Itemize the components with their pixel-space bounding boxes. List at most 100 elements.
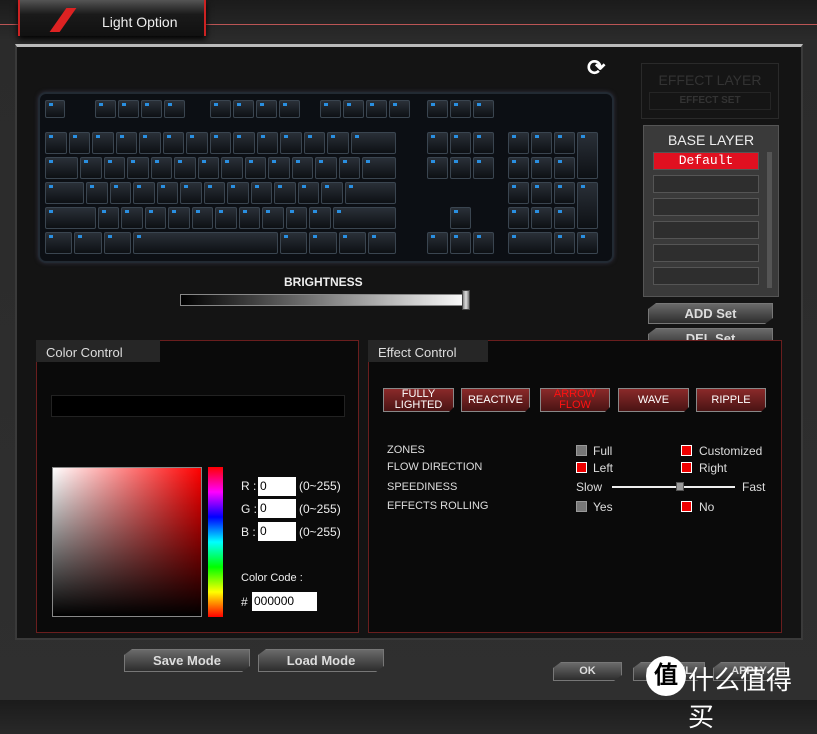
- rolling-yes-checkbox[interactable]: [576, 501, 587, 512]
- keyboard-key[interactable]: [156, 182, 179, 204]
- keyboard-key[interactable]: [115, 132, 137, 154]
- keyboard-key[interactable]: [297, 182, 320, 204]
- effect-wave-button[interactable]: WAVE: [618, 388, 689, 412]
- keyboard-key[interactable]: [343, 100, 364, 118]
- base-layer-item[interactable]: [653, 198, 759, 216]
- keyboard-key[interactable]: [350, 132, 396, 154]
- keyboard-key[interactable]: [450, 100, 471, 118]
- keyboard-key[interactable]: [577, 182, 598, 229]
- brightness-thumb[interactable]: [462, 290, 470, 310]
- keyboard-key[interactable]: [427, 132, 448, 154]
- keyboard-key[interactable]: [473, 232, 494, 254]
- speed-slider[interactable]: [612, 486, 735, 488]
- keyboard-key[interactable]: [80, 157, 102, 179]
- keyboard-key[interactable]: [221, 157, 243, 179]
- keyboard-key[interactable]: [279, 100, 300, 118]
- keyboard-key[interactable]: [508, 132, 529, 154]
- keyboard-key[interactable]: [280, 132, 302, 154]
- ok-button[interactable]: OK: [553, 662, 622, 681]
- load-mode-button[interactable]: Load Mode: [258, 649, 384, 672]
- keyboard-key[interactable]: [45, 100, 65, 118]
- keyboard-key[interactable]: [121, 207, 143, 229]
- keyboard-key[interactable]: [508, 182, 529, 204]
- keyboard-key[interactable]: [531, 157, 552, 179]
- keyboard-key[interactable]: [508, 232, 552, 254]
- color-picker-square[interactable]: [52, 467, 202, 617]
- save-mode-button[interactable]: Save Mode: [124, 649, 250, 672]
- keyboard-key[interactable]: [210, 100, 231, 118]
- keyboard-key[interactable]: [315, 157, 337, 179]
- brightness-slider[interactable]: [180, 294, 470, 306]
- keyboard-key[interactable]: [577, 132, 598, 179]
- keyboard-key[interactable]: [366, 100, 387, 118]
- tab-light-option[interactable]: Light Option: [18, 0, 206, 36]
- keyboard-key[interactable]: [45, 182, 85, 204]
- keyboard-key[interactable]: [427, 157, 448, 179]
- keyboard-key[interactable]: [103, 157, 126, 179]
- keyboard-key[interactable]: [139, 132, 161, 154]
- keyboard-key[interactable]: [233, 132, 255, 154]
- keyboard-key[interactable]: [45, 207, 96, 229]
- keyboard-key[interactable]: [180, 182, 202, 204]
- keyboard-key[interactable]: [554, 207, 575, 229]
- hue-slider[interactable]: [208, 467, 223, 617]
- keyboard-key[interactable]: [274, 182, 296, 204]
- keyboard-key[interactable]: [473, 100, 494, 118]
- keyboard-key[interactable]: [450, 132, 471, 154]
- keyboard-key[interactable]: [109, 182, 132, 204]
- keyboard-key[interactable]: [209, 132, 231, 154]
- keyboard-key[interactable]: [74, 232, 102, 254]
- zones-full-checkbox[interactable]: [576, 445, 587, 456]
- keyboard-key[interactable]: [186, 132, 208, 154]
- keyboard-key[interactable]: [174, 157, 196, 179]
- keyboard-key[interactable]: [450, 207, 471, 229]
- keyboard-key[interactable]: [450, 157, 471, 179]
- effect-arrow-flow-button[interactable]: ARROW FLOW: [540, 388, 610, 412]
- keyboard-key[interactable]: [291, 157, 314, 179]
- keyboard-key[interactable]: [508, 157, 529, 179]
- keyboard-key[interactable]: [531, 207, 552, 229]
- keyboard-key[interactable]: [450, 232, 471, 254]
- keyboard-key[interactable]: [320, 100, 341, 118]
- keyboard-key[interactable]: [256, 132, 278, 154]
- effect-reactive-button[interactable]: REACTIVE: [461, 388, 530, 412]
- keyboard-key[interactable]: [227, 182, 249, 204]
- keyboard-key[interactable]: [508, 207, 529, 229]
- keyboard-key[interactable]: [280, 232, 308, 254]
- keyboard-key[interactable]: [554, 157, 575, 179]
- keyboard-key[interactable]: [118, 100, 139, 118]
- keyboard-key[interactable]: [103, 232, 132, 254]
- keyboard-key[interactable]: [233, 100, 254, 118]
- keyboard-key[interactable]: [554, 182, 575, 204]
- keyboard-key[interactable]: [427, 100, 448, 118]
- keyboard-key[interactable]: [215, 207, 237, 229]
- keyboard-key[interactable]: [473, 132, 494, 154]
- keyboard-preview[interactable]: [38, 92, 614, 263]
- keyboard-key[interactable]: [338, 232, 367, 254]
- r-input[interactable]: 0: [258, 477, 296, 496]
- b-input[interactable]: 0: [258, 522, 296, 541]
- keyboard-key[interactable]: [303, 132, 325, 154]
- keyboard-key[interactable]: [133, 182, 155, 204]
- add-set-button[interactable]: ADD Set: [648, 303, 773, 324]
- keyboard-key[interactable]: [362, 157, 396, 179]
- effect-ripple-button[interactable]: RIPPLE: [696, 388, 766, 412]
- keyboard-key[interactable]: [554, 232, 575, 254]
- base-layer-item[interactable]: [653, 267, 759, 285]
- refresh-icon[interactable]: ⟳: [587, 55, 605, 81]
- keyboard-key[interactable]: [554, 132, 575, 154]
- keyboard-key[interactable]: [164, 100, 185, 118]
- keyboard-key[interactable]: [141, 100, 162, 118]
- keyboard-key[interactable]: [127, 157, 149, 179]
- keyboard-key[interactable]: [309, 232, 337, 254]
- keyboard-key[interactable]: [92, 132, 114, 154]
- keyboard-key[interactable]: [97, 207, 120, 229]
- keyboard-key[interactable]: [577, 232, 598, 254]
- keyboard-key[interactable]: [389, 100, 410, 118]
- keyboard-key[interactable]: [327, 132, 349, 154]
- keyboard-key[interactable]: [250, 182, 273, 204]
- g-input[interactable]: 0: [258, 499, 296, 518]
- keyboard-key[interactable]: [95, 100, 116, 118]
- keyboard-key[interactable]: [344, 182, 396, 204]
- color-code-input[interactable]: 000000: [252, 592, 317, 611]
